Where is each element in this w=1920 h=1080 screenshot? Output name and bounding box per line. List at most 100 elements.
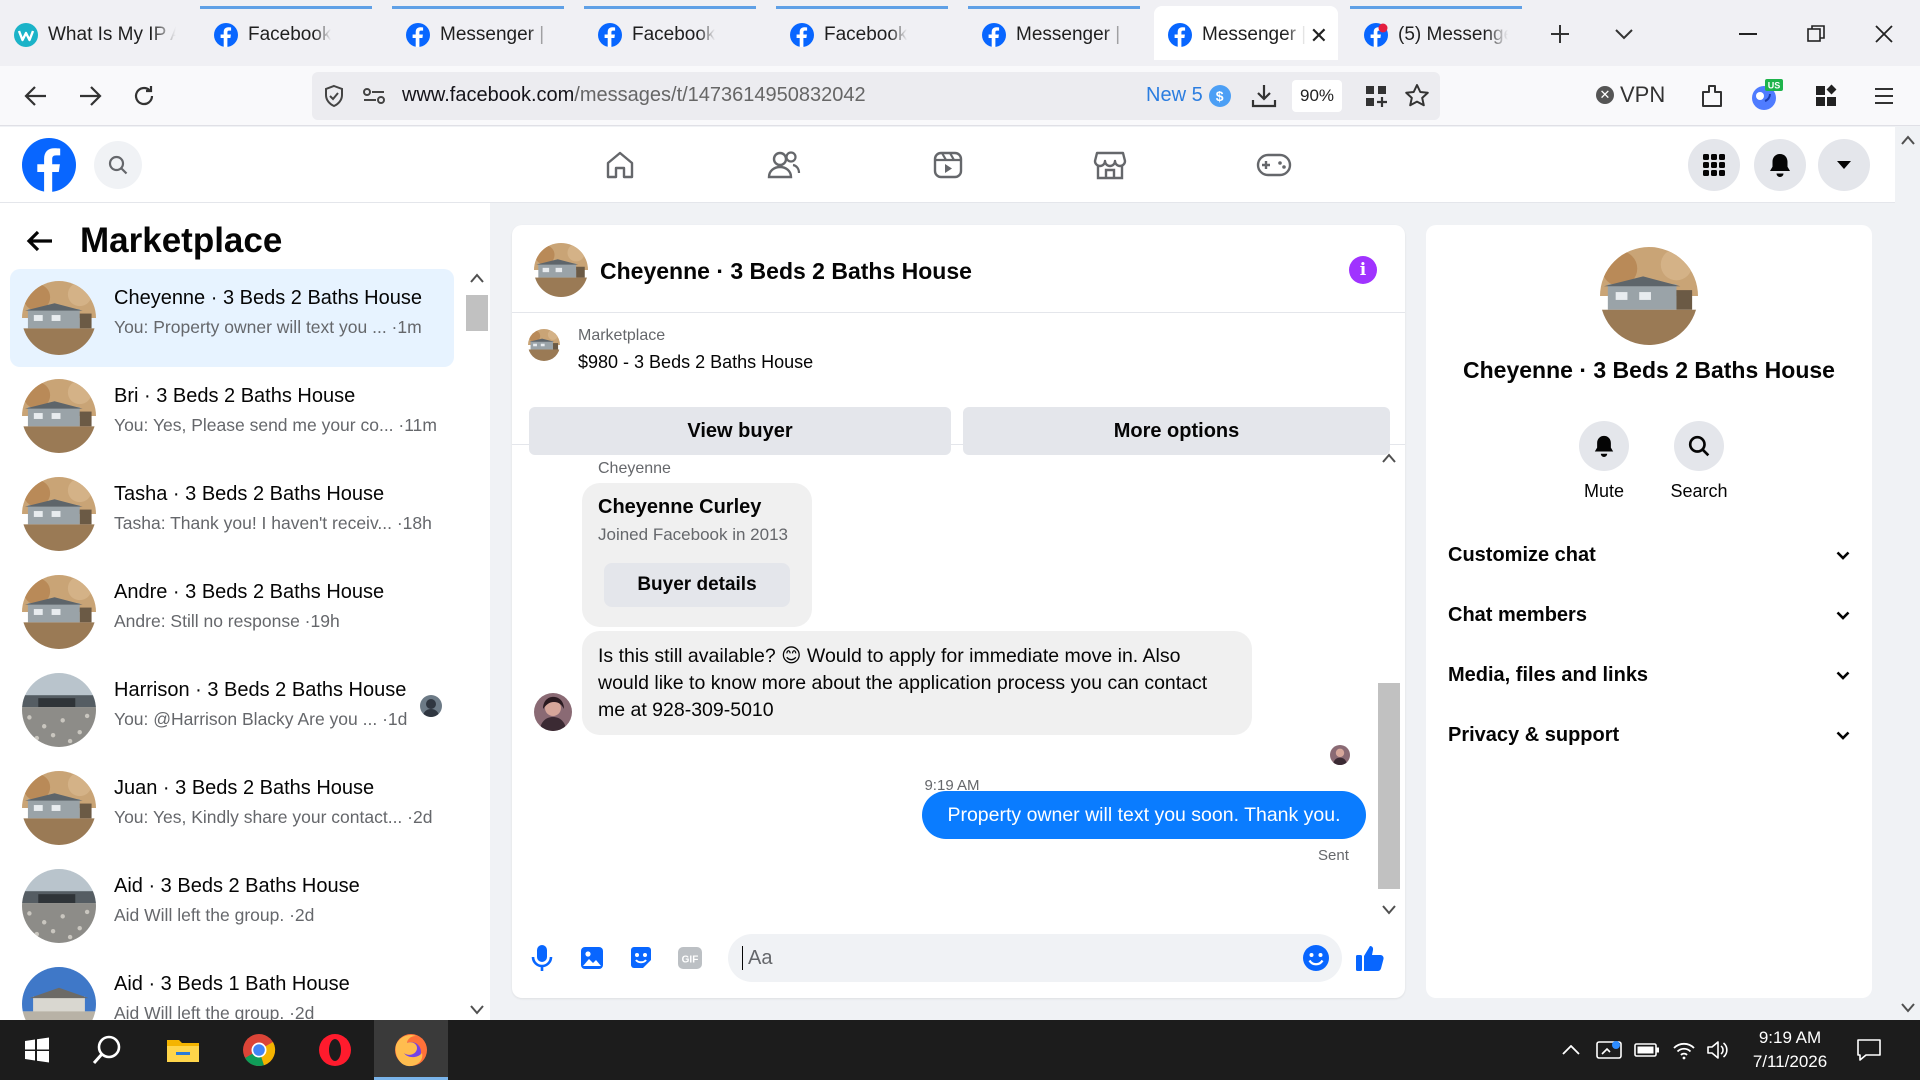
buyer-details-button[interactable]: Buyer details (604, 563, 790, 607)
back-arrow-icon[interactable] (26, 229, 54, 253)
share-extension-icon[interactable] (1692, 76, 1732, 116)
scrollbar-thumb[interactable] (1378, 683, 1400, 889)
meet-now-icon[interactable] (1596, 1038, 1622, 1062)
scroll-down-icon[interactable] (1382, 905, 1396, 915)
emoji-icon[interactable] (1300, 942, 1332, 974)
close-window-icon[interactable] (1864, 14, 1904, 54)
customize-chat-section[interactable]: Customize chat (1448, 530, 1850, 580)
chat-title[interactable]: Cheyenne · 3 Beds 2 Baths House (600, 258, 972, 285)
conversation-item[interactable]: Andre · 3 Beds 2 Baths House Andre: Still… (10, 563, 454, 661)
bookmark-star-icon[interactable] (1404, 83, 1430, 109)
tab-list-chevron-icon[interactable] (1604, 14, 1644, 54)
tab-facebook-3[interactable]: Facebook (776, 6, 948, 60)
reload-icon[interactable] (124, 76, 164, 116)
gif-icon[interactable]: GIF (674, 942, 706, 974)
nav-gaming[interactable] (1244, 141, 1304, 189)
chat-members-section[interactable]: Chat members (1448, 590, 1850, 640)
scroll-down-icon[interactable] (470, 1005, 484, 1015)
tab-messenger-active[interactable]: Messenger | F ✕ (1154, 6, 1338, 60)
facebook-logo-icon[interactable] (22, 138, 76, 192)
listing-thumbnail[interactable] (528, 329, 560, 361)
nav-video[interactable] (918, 141, 978, 189)
notification-center-icon[interactable] (1856, 1038, 1882, 1062)
media-files-links-section[interactable]: Media, files and links (1448, 650, 1850, 700)
sidebar-scrollbar[interactable] (464, 269, 490, 1020)
url-text[interactable]: www.facebook.com/messages/t/147361495083… (402, 84, 866, 107)
message-input[interactable] (728, 934, 1342, 982)
conversation-item[interactable]: Cheyenne · 3 Beds 2 Baths House You: Prop… (10, 269, 454, 367)
wifi-icon[interactable] (1672, 1038, 1696, 1062)
caret-down-icon (1837, 161, 1851, 169)
taskbar-firefox[interactable] (374, 1020, 448, 1080)
system-clock[interactable]: 9:19 AM 7/11/2026 (1740, 1026, 1840, 1074)
new-badge[interactable]: New 5 $ (1146, 84, 1231, 107)
sticker-icon[interactable] (625, 942, 657, 974)
nav-home[interactable] (590, 141, 650, 189)
volume-icon[interactable] (1706, 1038, 1728, 1062)
conversation-item[interactable]: Aid · 3 Beds 2 Baths House Aid Will left … (10, 857, 454, 955)
scrollbar-thumb[interactable] (466, 295, 488, 331)
taskbar-opera[interactable] (298, 1020, 372, 1080)
search-in-chat-button[interactable]: Search (1654, 421, 1744, 502)
info-icon[interactable]: i (1349, 256, 1377, 284)
outgoing-message[interactable]: Property owner will text you soon. Thank… (922, 791, 1366, 839)
scroll-down-icon[interactable] (1901, 1003, 1915, 1013)
facebook-search-button[interactable] (94, 141, 142, 189)
conversation-item[interactable]: Juan · 3 Beds 2 Baths House You: Yes, Kin… (10, 759, 454, 857)
profile-avatar[interactable] (1600, 247, 1698, 345)
conversation-item[interactable]: Tasha · 3 Beds 2 Baths House Tasha: Thank… (10, 465, 454, 563)
back-arrow-icon[interactable] (16, 76, 56, 116)
conversation-item[interactable]: Harrison · 3 Beds 2 Baths House You: @Har… (10, 661, 454, 759)
battery-icon[interactable] (1634, 1038, 1660, 1062)
listing-price-title[interactable]: $980 - 3 Beds 2 Baths House (578, 352, 813, 373)
close-tab-icon[interactable]: ✕ (1310, 23, 1328, 49)
page-scrollbar[interactable] (1895, 127, 1920, 1020)
restore-icon[interactable] (1796, 14, 1836, 54)
scroll-up-icon[interactable] (470, 273, 484, 283)
tracking-shield-icon[interactable] (322, 84, 346, 108)
tab-whatismyip[interactable]: What Is My IP A (0, 6, 190, 60)
site-permissions-icon[interactable] (362, 86, 386, 106)
scroll-up-icon[interactable] (1901, 135, 1915, 145)
hamburger-menu-icon[interactable] (1864, 76, 1904, 116)
forward-arrow-icon[interactable] (70, 76, 110, 116)
conversation-item[interactable]: Aid · 3 Beds 1 Bath House Aid Will left t… (10, 955, 454, 1020)
menu-button[interactable] (1688, 139, 1740, 191)
taskbar-search[interactable] (70, 1020, 144, 1080)
tab-facebook-1[interactable]: Facebook (200, 6, 372, 60)
mute-button[interactable]: Mute (1559, 421, 1649, 502)
vpn-button[interactable]: ✕ VPN (1596, 82, 1665, 108)
address-bar[interactable]: www.facebook.com/messages/t/147361495083… (312, 72, 1440, 120)
sender-avatar[interactable] (534, 693, 572, 731)
extensions-puzzle-icon[interactable] (1806, 76, 1846, 116)
thumbs-up-icon[interactable] (1354, 942, 1386, 974)
nav-friends[interactable] (754, 141, 814, 189)
tab-messenger-2[interactable]: Messenger | Fac (968, 6, 1140, 60)
taskbar-file-explorer[interactable] (146, 1020, 220, 1080)
incoming-message[interactable]: Is this still available? 😊 Would to appl… (582, 631, 1252, 735)
privacy-support-section[interactable]: Privacy & support (1448, 710, 1850, 760)
download-icon[interactable] (1250, 82, 1278, 110)
thread-scrollbar[interactable] (1376, 447, 1402, 922)
vpn-extension-icon[interactable]: US (1746, 76, 1786, 116)
scroll-up-icon[interactable] (1382, 453, 1396, 463)
nav-marketplace[interactable] (1080, 141, 1140, 189)
account-button[interactable] (1818, 139, 1870, 191)
tray-overflow-chevron-icon[interactable] (1562, 1038, 1580, 1062)
tab-messenger-notifications[interactable]: (5) Messenger | (1350, 6, 1522, 60)
conversation-preview: Andre: Still no response ·19h (114, 611, 340, 631)
taskbar-chrome[interactable] (222, 1020, 296, 1080)
chat-avatar[interactable] (534, 243, 588, 297)
notifications-button[interactable] (1754, 139, 1806, 191)
tab-messenger-1[interactable]: Messenger | Fac (392, 6, 564, 60)
clock-time: 9:19 AM (1758, 1028, 1822, 1047)
start-button[interactable] (0, 1020, 74, 1080)
zoom-level[interactable]: 90% (1292, 80, 1342, 112)
photo-icon[interactable] (576, 942, 608, 974)
new-tab-icon[interactable] (1540, 14, 1580, 54)
microphone-icon[interactable] (526, 942, 558, 974)
extensions-grid-icon[interactable] (1364, 84, 1388, 108)
tab-facebook-2[interactable]: Facebook (584, 6, 756, 60)
conversation-item[interactable]: Bri · 3 Beds 2 Baths House You: Yes, Plea… (10, 367, 454, 465)
minimize-icon[interactable] (1728, 14, 1768, 54)
